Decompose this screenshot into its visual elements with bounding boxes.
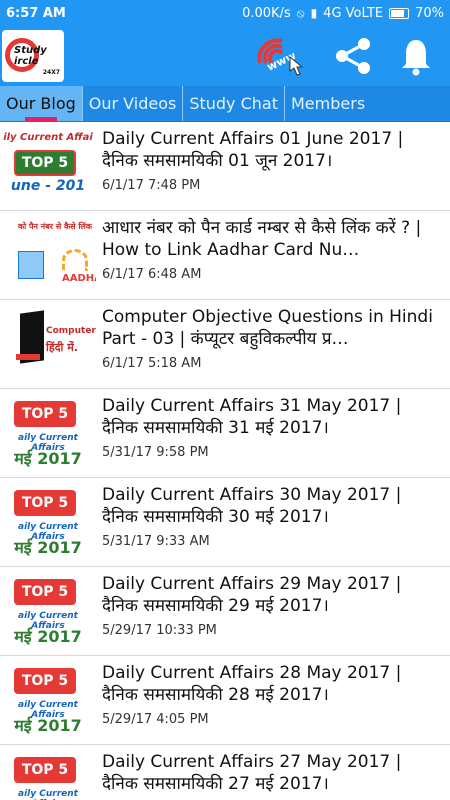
item-body: Daily Current Affairs 27 May 2017 | दैनि…	[96, 745, 450, 800]
logo-sub: 24X7	[42, 69, 60, 76]
list-item[interactable]: TOP 5 aily Current Affairs मई 2017 Daily…	[0, 656, 450, 745]
list-item[interactable]: ily Current Affai TOP 5 une - 201 Daily …	[0, 122, 450, 211]
item-body: आधार नंबर को पैन कार्ड नम्बर से कैसे लिं…	[96, 211, 450, 299]
top5-badge: TOP 5	[14, 150, 76, 176]
item-thumbnail: ily Current Affai TOP 5 une - 201	[0, 122, 96, 210]
thumb-caption: हिंदी में.	[46, 341, 78, 354]
tab-label: Our Videos	[88, 94, 177, 113]
tab-our-videos[interactable]: Our Videos	[83, 86, 184, 121]
tab-label: Members	[291, 94, 366, 113]
list-item[interactable]: TOP 5 aily Current Affairs Daily Current…	[0, 745, 450, 800]
blog-list: ily Current Affai TOP 5 une - 201 Daily …	[0, 122, 450, 800]
list-item[interactable]: TOP 5 aily Current Affairs मई 2017 Daily…	[0, 478, 450, 567]
top5-badge: TOP 5	[14, 757, 76, 783]
thumb-caption: को पैन नंबर से कैसे लिंक	[18, 222, 93, 231]
thumb-caption: ily Current Affai	[3, 132, 93, 143]
battery-icon	[389, 7, 410, 19]
top5-badge: TOP 5	[14, 401, 76, 427]
status-bar: 6:57 AM 0.00K/s ⦸ ▮ 4G VoLTE 70%	[0, 0, 450, 26]
list-item[interactable]: TOP 5 aily Current Affairs मई 2017 Daily…	[0, 389, 450, 478]
aadhaar-logo-icon	[62, 249, 88, 271]
www-icon[interactable]: www	[252, 33, 312, 79]
bell-icon[interactable]	[396, 36, 436, 76]
tab-label: Our Blog	[6, 94, 76, 113]
share-icon-svg	[336, 38, 370, 74]
network-speed: 0.00K/s	[242, 5, 291, 21]
item-date: 5/29/17 4:05 PM	[102, 712, 209, 727]
item-title: Daily Current Affairs 01 June 2017 | दैन…	[102, 129, 404, 171]
thumb-caption: मई 2017	[14, 538, 82, 557]
item-title: आधार नंबर को पैन कार्ड नम्बर से कैसे लिं…	[102, 218, 422, 260]
item-title: Daily Current Affairs 28 May 2017 | दैनि…	[102, 663, 402, 705]
item-date: 6/1/17 6:48 AM	[102, 267, 202, 282]
signal-icon: ▮	[310, 6, 318, 20]
thumb-caption: une - 201	[10, 178, 86, 194]
thumb-caption: AADHA	[62, 273, 96, 284]
item-body: Daily Current Affairs 28 May 2017 | दैनि…	[96, 656, 450, 744]
item-date: 5/29/17 10:33 PM	[102, 623, 217, 638]
item-date: 6/1/17 7:48 PM	[102, 178, 201, 193]
pan-card-icon	[18, 251, 44, 279]
item-title: Computer Objective Questions in Hindi Pa…	[102, 307, 433, 349]
list-item[interactable]: TOP 5 aily Current Affairs मई 2017 Daily…	[0, 567, 450, 656]
item-date: 6/1/17 5:18 AM	[102, 356, 202, 371]
item-title: Daily Current Affairs 30 May 2017 | दैनि…	[102, 485, 402, 527]
top5-badge: TOP 5	[14, 668, 76, 694]
keyboard-icon	[16, 354, 40, 360]
item-date: 5/31/17 9:58 PM	[102, 445, 209, 460]
status-time: 6:57 AM	[6, 5, 66, 21]
list-item[interactable]: को पैन नंबर से कैसे लिंक AADHA आधार नंबर…	[0, 211, 450, 300]
network-type: 4G VoLTE	[323, 5, 384, 21]
thumb-caption: Computer M	[46, 326, 96, 336]
item-thumbnail: TOP 5 aily Current Affairs	[0, 745, 96, 800]
share-icon[interactable]	[334, 36, 374, 76]
app-logo[interactable]: Study ircle 24X7	[2, 30, 64, 82]
item-title: Daily Current Affairs 27 May 2017 | दैनि…	[102, 752, 402, 794]
thumb-caption: aily Current Affairs	[18, 789, 78, 800]
app-bar-actions: www	[252, 33, 450, 79]
thumb-caption: मई 2017	[14, 449, 82, 468]
item-body: Computer Objective Questions in Hindi Pa…	[96, 300, 450, 388]
list-item[interactable]: Computer M हिंदी में. Computer Objective…	[0, 300, 450, 389]
alarm-off-icon: ⦸	[296, 5, 305, 20]
tab-study-chat[interactable]: Study Chat	[183, 86, 285, 121]
item-title: Daily Current Affairs 31 May 2017 | दैनि…	[102, 396, 402, 438]
top5-badge: TOP 5	[14, 490, 76, 516]
item-body: Daily Current Affairs 01 June 2017 | दैन…	[96, 122, 450, 210]
battery-percent: 70%	[415, 5, 444, 21]
logo-text: Study ircle	[14, 45, 47, 67]
bell-icon-svg	[402, 40, 430, 76]
item-thumbnail: TOP 5 aily Current Affairs मई 2017	[0, 656, 96, 744]
thumb-caption: मई 2017	[14, 716, 82, 735]
item-body: Daily Current Affairs 29 May 2017 | दैनि…	[96, 567, 450, 655]
tab-bar: Our Blog Our Videos Study Chat Members	[0, 86, 450, 122]
item-thumbnail: Computer M हिंदी में.	[0, 300, 96, 388]
item-thumbnail: को पैन नंबर से कैसे लिंक AADHA	[0, 211, 96, 299]
item-title: Daily Current Affairs 29 May 2017 | दैनि…	[102, 574, 402, 616]
www-icon-svg: www	[257, 38, 304, 76]
top5-badge: TOP 5	[14, 579, 76, 605]
item-thumbnail: TOP 5 aily Current Affairs मई 2017	[0, 567, 96, 655]
item-thumbnail: TOP 5 aily Current Affairs मई 2017	[0, 478, 96, 566]
item-date: 5/31/17 9:33 AM	[102, 534, 210, 549]
item-body: Daily Current Affairs 31 May 2017 | दैनि…	[96, 389, 450, 477]
tab-members[interactable]: Members	[285, 86, 371, 121]
item-body: Daily Current Affairs 30 May 2017 | दैनि…	[96, 478, 450, 566]
item-thumbnail: TOP 5 aily Current Affairs मई 2017	[0, 389, 96, 477]
thumb-caption: मई 2017	[14, 627, 82, 646]
app-bar: Study ircle 24X7 www	[0, 26, 450, 86]
status-right: 0.00K/s ⦸ ▮ 4G VoLTE 70%	[242, 6, 444, 21]
tab-label: Study Chat	[189, 94, 278, 113]
tab-our-blog[interactable]: Our Blog	[0, 86, 83, 121]
